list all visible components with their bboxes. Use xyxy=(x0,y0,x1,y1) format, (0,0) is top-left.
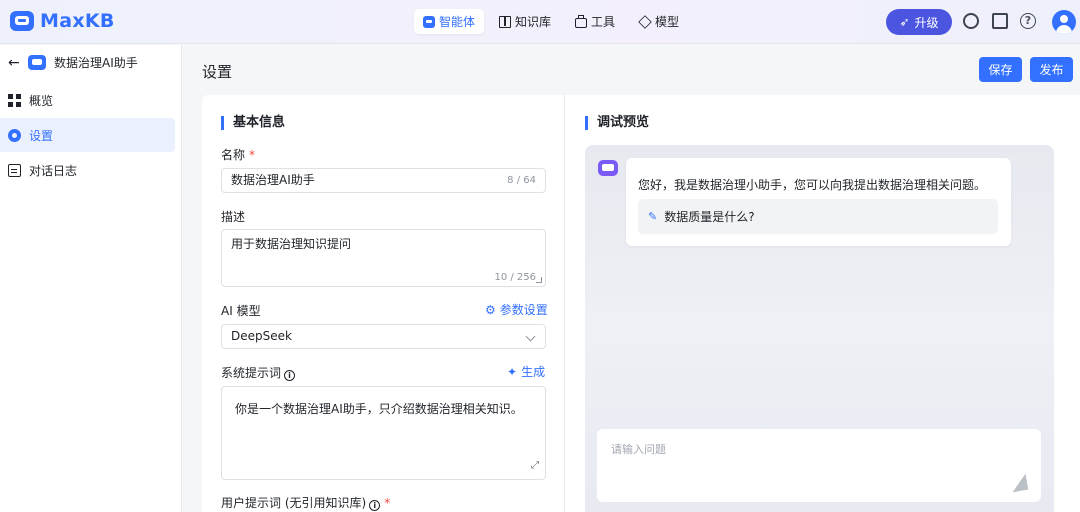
nav-models[interactable]: 模型 xyxy=(630,9,688,34)
app-name: 数据治理AI助手 xyxy=(54,56,138,70)
description-field[interactable]: 用于数据治理知识提问 10 / 256 xyxy=(221,229,546,287)
sidebar-item-label: 对话日志 xyxy=(29,163,78,178)
desc-value: 用于数据治理知识提问 xyxy=(231,237,352,251)
name-value: 数据治理AI助手 xyxy=(231,173,315,187)
sidebar-item-label: 设置 xyxy=(29,128,54,143)
back-arrow-icon: ← xyxy=(8,54,20,71)
brand-name: MaxKB xyxy=(40,10,115,32)
upgrade-label: 升级 xyxy=(914,15,939,30)
name-field[interactable]: 数据治理AI助手 8 / 64 xyxy=(221,168,546,193)
model-params-label: 参数设置 xyxy=(499,303,548,317)
logo-icon xyxy=(10,11,34,31)
info-icon[interactable]: i xyxy=(284,370,296,381)
back-button[interactable]: ← 数据治理AI助手 xyxy=(8,54,138,71)
sidebar: ← 数据治理AI助手 概览 设置 对话日志 xyxy=(0,45,182,512)
robot-icon xyxy=(423,15,435,28)
system-prompt-field[interactable]: 你是一个数据治理AI助手，只介绍数据治理相关知识。 ⤢ xyxy=(221,386,546,480)
nav-models-label: 模型 xyxy=(655,15,680,29)
send-icon[interactable] xyxy=(1009,473,1029,493)
greeting-text: 您好，我是数据治理小助手，您可以向我提出数据治理相关问题。 xyxy=(638,178,987,192)
system-prompt-label-text: 系统提示词 xyxy=(221,366,282,380)
model-label: AI 模型 xyxy=(221,304,261,318)
sidebar-item-chat-logs[interactable]: 对话日志 xyxy=(0,153,175,187)
expand-icon[interactable]: ⤢ xyxy=(531,460,539,471)
grid-icon xyxy=(8,93,21,107)
nav-knowledge-label: 知识库 xyxy=(515,15,552,29)
suggested-question-text: 数据质量是什么? xyxy=(664,210,755,224)
logo[interactable]: MaxKB xyxy=(10,10,115,32)
cube-icon xyxy=(638,14,652,29)
bot-message: 您好，我是数据治理小助手，您可以向我提出数据治理相关问题。 ✎ 数据质量是什么? xyxy=(626,158,1011,246)
user-prompt-label: 用户提示词 (无引用知识库) i * xyxy=(221,494,390,511)
required-mark: * xyxy=(384,496,391,510)
save-button[interactable]: 保存 xyxy=(979,57,1022,82)
toolbox-icon xyxy=(575,14,588,28)
sparkle-icon: ✦ xyxy=(507,364,518,379)
book-icon xyxy=(499,15,512,28)
basic-info-title: 基本信息 xyxy=(221,116,285,130)
nav-knowledge[interactable]: 知识库 xyxy=(490,9,560,34)
nav-agents[interactable]: 智能体 xyxy=(414,9,485,34)
document-icon xyxy=(8,163,21,177)
model-params-link[interactable]: ⚙ 参数设置 xyxy=(485,301,548,318)
main-nav: 智能体 知识库 工具 模型 xyxy=(414,9,688,34)
settings-gear-icon: ⚙ xyxy=(485,302,496,317)
avatar[interactable] xyxy=(1052,10,1076,34)
publish-button[interactable]: 发布 xyxy=(1030,57,1073,82)
bot-avatar-icon xyxy=(598,160,618,176)
docs-icon[interactable] xyxy=(992,13,1008,29)
system-prompt-value: 你是一个数据治理AI助手，只介绍数据治理相关知识。 xyxy=(235,402,523,416)
user-prompt-label-text: 用户提示词 (无引用知识库) xyxy=(221,496,367,510)
sidebar-item-settings[interactable]: 设置 xyxy=(0,118,175,152)
desc-counter: 10 / 256 xyxy=(494,272,536,283)
rocket-icon: ➶ xyxy=(899,15,910,29)
generate-link[interactable]: ✦ 生成 xyxy=(507,363,545,380)
generate-label: 生成 xyxy=(521,365,546,379)
app-icon xyxy=(28,55,46,70)
panel-divider xyxy=(564,95,565,512)
nav-agents-label: 智能体 xyxy=(439,15,476,29)
name-label: 名称 * xyxy=(221,146,255,163)
suggested-question[interactable]: ✎ 数据质量是什么? xyxy=(638,199,998,234)
page-title: 设置 xyxy=(202,63,233,81)
nav-tools[interactable]: 工具 xyxy=(566,9,624,34)
model-select[interactable]: DeepSeek xyxy=(221,324,546,349)
resize-handle-icon[interactable] xyxy=(536,277,542,283)
model-value: DeepSeek xyxy=(231,329,292,343)
sidebar-item-overview[interactable]: 概览 xyxy=(0,83,175,117)
github-icon[interactable] xyxy=(963,13,979,29)
chevron-down-icon xyxy=(525,331,536,342)
help-icon[interactable]: ? xyxy=(1020,13,1036,29)
info-icon[interactable]: i xyxy=(369,500,381,511)
required-mark: * xyxy=(249,148,256,162)
gear-icon xyxy=(8,128,21,142)
desc-label: 描述 xyxy=(221,210,246,224)
debug-preview-title: 调试预览 xyxy=(585,116,649,130)
upgrade-button[interactable]: ➶ 升级 xyxy=(886,9,952,35)
nav-tools-label: 工具 xyxy=(591,15,616,29)
chat-input[interactable]: 请输入问题 xyxy=(597,429,1041,502)
top-bar: MaxKB 智能体 知识库 工具 模型 ➶ 升级 ? xyxy=(0,0,1080,44)
name-counter: 8 / 64 xyxy=(507,175,536,186)
chat-input-placeholder: 请输入问题 xyxy=(611,443,666,456)
sidebar-item-label: 概览 xyxy=(29,93,54,108)
name-label-text: 名称 xyxy=(221,148,246,162)
pencil-icon: ✎ xyxy=(648,210,658,223)
system-prompt-label: 系统提示词 i xyxy=(221,364,296,381)
